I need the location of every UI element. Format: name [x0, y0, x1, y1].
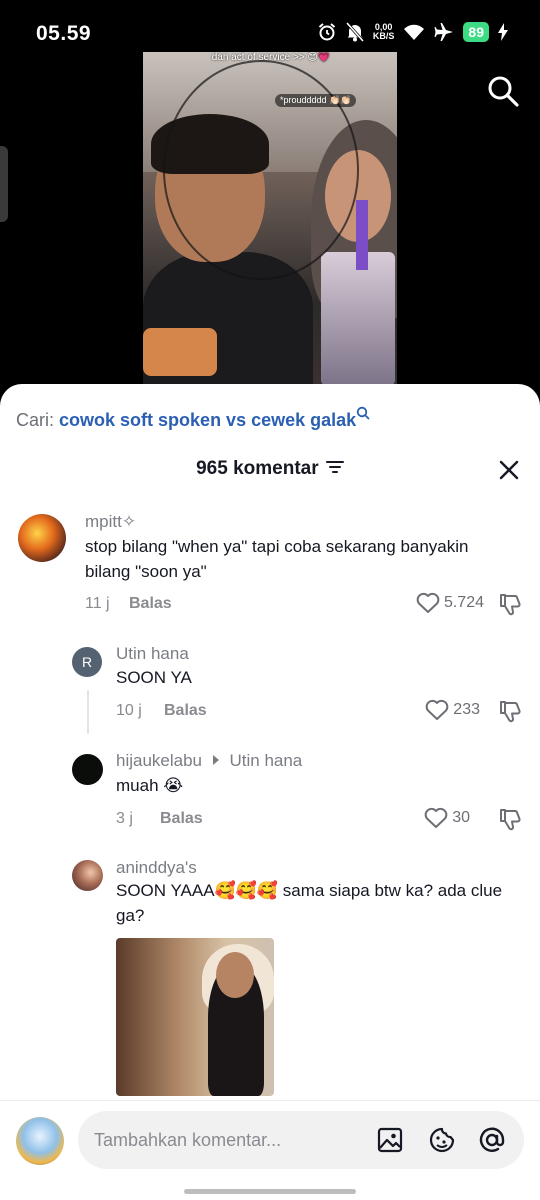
net-speed: 0,00 KB/S — [373, 23, 395, 41]
comment-gif-image[interactable] — [116, 938, 274, 1096]
sort-icon[interactable] — [325, 460, 344, 474]
avatar[interactable]: R — [72, 647, 102, 677]
battery-indicator: 89 — [463, 22, 489, 42]
alarm-icon — [318, 23, 336, 41]
heart-icon — [416, 592, 440, 613]
video-preview[interactable]: dan act of service >> 😊💗 *prouddddd 👏🏻👏🏻 — [143, 52, 397, 386]
current-user-avatar[interactable] — [16, 1117, 64, 1165]
comments-count-label: 965 komentar — [196, 458, 319, 479]
charging-icon — [498, 23, 508, 41]
comments-header: 965 komentar — [0, 456, 540, 486]
search-suggestion-query[interactable]: cowok soft spoken vs cewek galak — [59, 410, 356, 430]
status-icons: 0,00 KB/S 89 — [317, 22, 508, 42]
heart-icon — [424, 807, 448, 828]
like-button[interactable]: 5.724 — [416, 592, 484, 614]
status-time: 05.59 — [36, 22, 92, 45]
video-sticker: *prouddddd 👏🏻👏🏻 — [275, 94, 357, 107]
search-suggestion-prefix: Cari: — [16, 410, 55, 430]
comment-text: stop bilang "when ya" tapi coba sekarang… — [85, 537, 469, 581]
search-icon[interactable] — [486, 74, 520, 108]
reply-button[interactable]: Balas — [129, 595, 172, 613]
search-suggestion[interactable]: Cari: cowok soft spoken vs cewek galak — [16, 406, 370, 431]
like-button[interactable]: 233 — [425, 699, 480, 721]
dislike-icon[interactable] — [498, 807, 524, 833]
mention-icon[interactable] — [478, 1126, 506, 1154]
back-gesture-handle[interactable] — [0, 146, 8, 222]
comment-username[interactable]: aninddya's — [116, 858, 197, 878]
notifications-off-icon — [345, 22, 364, 42]
emoji-icon[interactable] — [428, 1126, 456, 1154]
comment-reply-to[interactable]: Utin hana — [229, 751, 302, 770]
comment-time: 3 j — [116, 810, 133, 827]
dislike-icon[interactable] — [498, 699, 524, 725]
video-food-plate — [143, 328, 217, 376]
comment-item: mpitt✧ stop bilang "when ya" tapi coba s… — [0, 510, 540, 620]
comment-item: aninddya's SOON YAAA🥰🥰🥰 sama siapa btw k… — [0, 858, 540, 938]
comment-item: hijaukelabu Utin hana muah 😭 3 j Balas 3… — [0, 750, 540, 850]
comment-input-pill[interactable] — [78, 1111, 524, 1169]
avatar-initial: R — [81, 654, 93, 670]
comment-text: SOON YAAA🥰🥰🥰 sama siapa btw ka? ada clue… — [116, 881, 503, 925]
comment-text: muah 😭 — [116, 776, 184, 795]
like-button[interactable]: 30 — [424, 807, 470, 829]
home-indicator[interactable] — [184, 1189, 356, 1194]
reply-button[interactable]: Balas — [160, 810, 203, 828]
wifi-icon — [404, 24, 425, 40]
close-icon[interactable] — [496, 457, 522, 483]
heart-icon — [425, 699, 449, 720]
dislike-icon[interactable] — [498, 592, 524, 618]
comment-time: 10 j — [116, 702, 142, 719]
reply-arrow-icon — [212, 755, 219, 765]
reply-button[interactable]: Balas — [164, 702, 207, 720]
video-circle-overlay — [163, 60, 359, 280]
comment-text: SOON YA — [116, 668, 192, 687]
like-count: 30 — [452, 809, 470, 826]
comment-username[interactable]: Utin hana — [116, 644, 189, 664]
avatar[interactable] — [72, 754, 103, 785]
comments-count-title[interactable]: 965 komentar — [0, 458, 540, 480]
net-speed-unit: KB/S — [372, 31, 395, 41]
airplane-icon — [434, 23, 454, 41]
gif-person-face — [216, 952, 254, 998]
image-icon[interactable] — [376, 1126, 404, 1154]
comment-username[interactable]: hijaukelabu Utin hana — [116, 751, 302, 771]
comment-username[interactable]: mpitt✧ — [85, 512, 136, 532]
comments-sheet: Cari: cowok soft spoken vs cewek galak 9… — [0, 384, 540, 1200]
comment-item: R Utin hana SOON YA 10 j Balas 233 — [0, 642, 540, 742]
avatar[interactable] — [72, 860, 103, 891]
comment-composer — [0, 1100, 540, 1200]
comment-author[interactable]: hijaukelabu — [116, 751, 202, 770]
video-drink-cup — [321, 252, 395, 386]
avatar[interactable] — [18, 514, 66, 562]
comment-input[interactable] — [94, 1111, 364, 1169]
like-count: 233 — [453, 701, 480, 718]
like-count: 5.724 — [443, 594, 484, 611]
search-small-icon — [356, 406, 370, 420]
video-drink-straw — [356, 200, 368, 270]
comment-time: 11 j — [85, 595, 110, 612]
video-caption: dan act of service >> 😊💗 — [211, 52, 331, 63]
